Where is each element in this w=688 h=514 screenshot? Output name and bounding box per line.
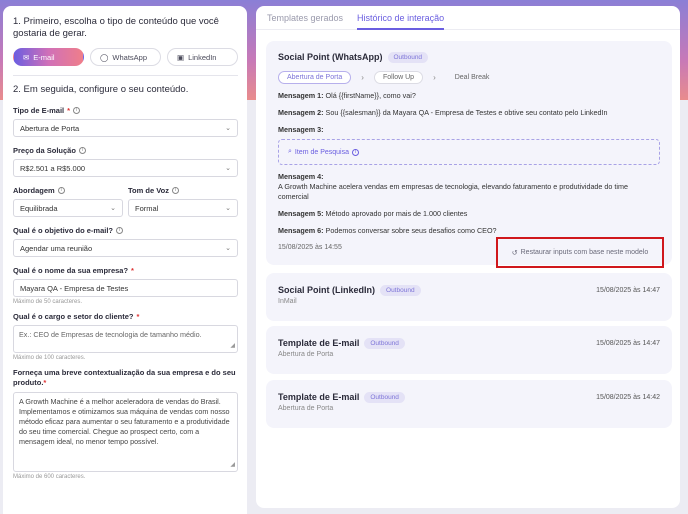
chevron-down-icon: ⌄	[110, 205, 116, 212]
tone-select[interactable]: Formal ⌄	[128, 199, 238, 217]
type-whatsapp-button[interactable]: ◯ WhatsApp	[90, 48, 161, 66]
price-select[interactable]: R$2.501 a R$5.000 ⌄	[13, 159, 238, 177]
info-icon: i	[352, 148, 360, 156]
step-flow: Abertura de Porta › Follow Up › Deal Bre…	[278, 71, 660, 85]
research-item-box[interactable]: ⌕ Item de Pesquisa i	[278, 139, 660, 166]
context-label: Forneça uma breve contextualização da su…	[13, 368, 236, 387]
company-input[interactable]: Mayara QA - Empresa de Testes	[13, 279, 238, 297]
type-email-button[interactable]: ✉ E-mail	[13, 48, 84, 66]
linkedin-icon: ▣	[177, 52, 185, 62]
card-subtitle: Abertura de Porta	[278, 351, 334, 359]
history-card-linkedin[interactable]: Social Point (LinkedIn) Outbound InMail 1…	[266, 273, 672, 321]
info-icon: i	[57, 187, 65, 194]
history-card-whatsapp[interactable]: Social Point (WhatsApp) Outbound Abertura…	[266, 41, 672, 268]
client-hint: Máximo de 100 caracteres.	[13, 355, 86, 361]
email-type-label: Tipo de E-mail * i	[13, 106, 238, 115]
step-abertura[interactable]: Abertura de Porta	[278, 71, 352, 85]
status-badge: Outbound	[364, 338, 405, 350]
context-hint: Máximo de 600 caracteres.	[13, 474, 86, 480]
message-2: Mensagem 2: Sou {{salesman}} da Mayara Q…	[278, 108, 608, 118]
history-card-email-1[interactable]: Template de E-mail Outbound Abertura de P…	[266, 326, 672, 374]
chevron-right-icon: ›	[361, 73, 364, 83]
restore-inputs-button[interactable]: ↺ Restaurar inputs com base neste modelo	[496, 237, 664, 268]
chevron-down-icon: ⌄	[225, 125, 231, 132]
type-linkedin-button[interactable]: ▣ LinkedIn	[167, 48, 238, 66]
step1-heading: 1. Primeiro, escolha o tipo de conteúdo …	[13, 16, 219, 39]
card-subtitle: InMail	[278, 298, 297, 306]
company-label: Qual é o nome da sua empresa? *	[13, 266, 134, 275]
tab-templates[interactable]: Templates gerados	[267, 6, 343, 29]
objective-label: Qual é o objetivo do e-mail? i	[13, 226, 238, 235]
resize-handle-icon[interactable]: ◢	[230, 460, 235, 470]
type-linkedin-label: LinkedIn	[188, 52, 217, 62]
step2-heading: 2. Em seguida, configure o seu conteúdo.	[13, 84, 189, 95]
divider	[13, 75, 238, 76]
content-config-panel: 1. Primeiro, escolha o tipo de conteúdo …	[3, 6, 247, 514]
status-badge: Outbound	[387, 52, 429, 64]
card-date: 15/08/2025 às 14:47	[596, 287, 660, 294]
email-type-select[interactable]: Abertura de Porta ⌄	[13, 119, 238, 137]
message-4: Mensagem 4: A Growth Machine acelera vend…	[278, 172, 628, 202]
whatsapp-icon: ◯	[100, 52, 109, 62]
context-value: A Growth Machine é a melhor aceleradora …	[19, 397, 230, 446]
research-item-label: Item de Pesquisa	[294, 148, 350, 156]
tab-history[interactable]: Histórico de interação	[357, 6, 445, 30]
card-date: 15/08/2025 às 14:42	[596, 394, 660, 401]
search-icon: ⌕	[288, 148, 292, 156]
chevron-right-icon: ›	[433, 73, 436, 83]
chevron-down-icon: ⌄	[225, 165, 231, 172]
chevron-down-icon: ⌄	[225, 245, 231, 252]
history-icon: ↺	[511, 249, 518, 257]
company-hint: Máximo de 50 caracteres.	[13, 299, 83, 305]
step-dealbreak[interactable]: Deal Break	[446, 71, 499, 84]
message-3: Mensagem 3:	[278, 125, 324, 135]
info-icon: i	[73, 107, 81, 114]
mail-icon: ✉	[23, 52, 30, 62]
price-label: Preço da Solução i	[13, 146, 238, 155]
resize-handle-icon[interactable]: ◢	[230, 341, 235, 351]
scroll-fade	[3, 500, 247, 514]
card-date: 15/08/2025 às 14:47	[596, 340, 660, 347]
type-email-label: E-mail	[33, 52, 55, 62]
approach-label: Abordagem i	[13, 186, 123, 195]
message-1: Mensagem 1: Olá {{firstName}}, como vai?	[278, 91, 416, 101]
tone-label: Tom de Voz i	[128, 186, 238, 195]
message-6: Mensagem 6: Podemos conversar sobre seus…	[278, 226, 497, 236]
client-label: Qual é o cargo e setor do cliente? *	[13, 312, 140, 321]
info-icon: i	[171, 187, 179, 194]
type-whatsapp-label: WhatsApp	[112, 52, 148, 62]
approach-select[interactable]: Equilibrada ⌄	[13, 199, 123, 217]
info-icon: i	[78, 147, 86, 154]
status-badge: Outbound	[380, 285, 421, 297]
client-textarea[interactable]: Ex.: CEO de Empresas de tecnologia de ta…	[13, 325, 238, 353]
content-type-selector: ✉ E-mail ◯ WhatsApp ▣ LinkedIn	[13, 48, 238, 66]
history-panel: Templates gerados Histórico de interação…	[256, 6, 680, 508]
message-5: Mensagem 5: Método aprovado por mais de …	[278, 209, 468, 219]
tab-bar: Templates gerados Histórico de interação	[256, 6, 680, 30]
history-card-email-2[interactable]: Template de E-mail Outbound Abertura de P…	[266, 380, 672, 428]
step-followup[interactable]: Follow Up	[373, 71, 424, 85]
objective-select[interactable]: Agendar uma reunião ⌄	[13, 239, 238, 257]
chevron-down-icon: ⌄	[225, 205, 231, 212]
client-placeholder: Ex.: CEO de Empresas de tecnologia de ta…	[19, 330, 202, 339]
context-textarea[interactable]: A Growth Machine é a melhor aceleradora …	[13, 392, 238, 472]
restore-inputs-label: Restaurar inputs com base neste modelo	[520, 249, 649, 256]
card-subtitle: Abertura de Porta	[278, 405, 334, 413]
card-title: Social Point (WhatsApp) Outbound	[278, 52, 660, 64]
status-badge: Outbound	[364, 392, 405, 404]
info-icon: i	[116, 227, 124, 234]
